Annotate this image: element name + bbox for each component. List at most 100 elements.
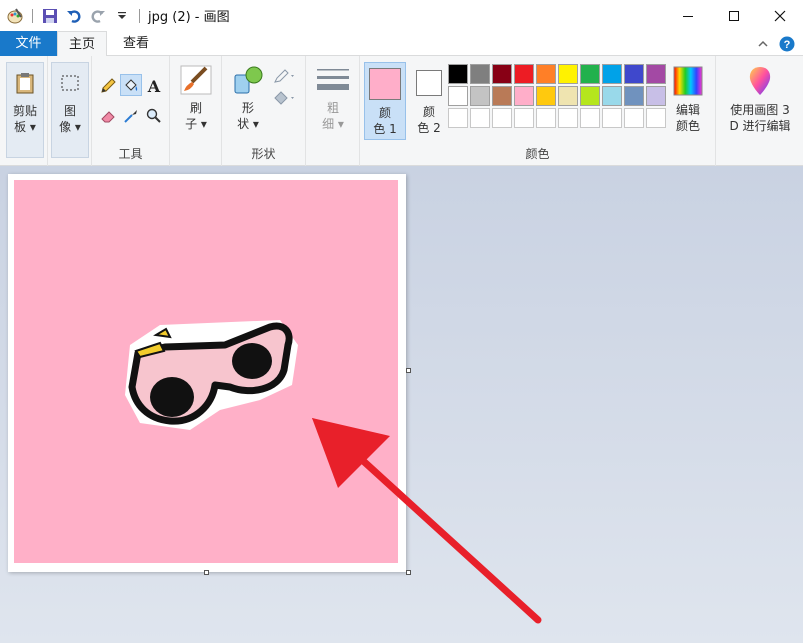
size-label-2: 细 ▾: [322, 117, 344, 131]
window-title: jpg (2) - 画图: [148, 10, 230, 25]
color-swatch[interactable]: [624, 64, 644, 84]
shape-fill-icon[interactable]: [272, 88, 298, 108]
resize-handle-bottom[interactable]: [204, 570, 209, 575]
custom-color-slot[interactable]: [470, 108, 490, 128]
color-swatch[interactable]: [514, 86, 534, 106]
custom-color-slot[interactable]: [448, 108, 468, 128]
color-swatch[interactable]: [646, 64, 666, 84]
color-swatch[interactable]: [536, 64, 556, 84]
shapes-label-2: 状 ▾: [237, 117, 259, 131]
sunglasses-sticker: [125, 320, 298, 430]
color-swatch[interactable]: [536, 86, 556, 106]
tab-view[interactable]: 查看: [110, 31, 162, 56]
fill-icon[interactable]: [120, 74, 142, 96]
color-swatch[interactable]: [448, 86, 468, 106]
line-width-icon: [314, 64, 352, 96]
pencil-icon[interactable]: [98, 76, 118, 96]
edit-colors-label-1: 编辑: [675, 103, 700, 117]
color-swatch[interactable]: [492, 64, 512, 84]
edit-colors-button[interactable]: 编辑 颜色: [666, 64, 710, 134]
clipboard-button[interactable]: 剪贴 板 ▾: [6, 62, 44, 158]
separator: [32, 8, 33, 23]
color-swatch[interactable]: [624, 86, 644, 106]
brushes-group: 刷 子 ▾: [170, 56, 222, 166]
shapes-group-label: 形状: [251, 147, 276, 161]
tools-group-label: 工具: [118, 147, 143, 161]
help-icon[interactable]: ?: [779, 36, 795, 55]
title-bar: jpg (2) - 画图: [0, 0, 803, 31]
annotation-arrow-icon: [312, 418, 542, 624]
clipboard-label-1: 剪贴: [12, 104, 37, 118]
brush-icon: [176, 64, 216, 96]
svg-text:?: ?: [784, 39, 791, 51]
shapes-label-1: 形: [241, 101, 254, 115]
color-swatch[interactable]: [580, 64, 600, 84]
ribbon-controls: ?: [757, 36, 795, 55]
separator: [139, 8, 140, 23]
customize-toolbar-icon[interactable]: [113, 7, 131, 25]
eraser-icon[interactable]: [98, 106, 118, 126]
color-swatch[interactable]: [558, 64, 578, 84]
outline-icon[interactable]: [272, 66, 298, 86]
svg-text:A: A: [147, 78, 161, 94]
clipboard-group: 剪贴 板 ▾: [0, 56, 48, 166]
tab-home[interactable]: 主页: [57, 31, 107, 57]
image-group: 图 像 ▾: [48, 56, 92, 166]
color-swatch[interactable]: [602, 86, 622, 106]
color1-button[interactable]: 颜 色 1: [364, 62, 406, 140]
color2-swatch: [408, 66, 450, 100]
magnifier-icon[interactable]: [144, 106, 164, 126]
color-swatch[interactable]: [558, 86, 578, 106]
edit-with-paint3d-button[interactable]: 使用画图 3 D 进行编辑: [720, 64, 800, 134]
color-swatch[interactable]: [602, 64, 622, 84]
rainbow-icon: [666, 64, 710, 98]
custom-color-slot[interactable]: [602, 108, 622, 128]
custom-color-slot[interactable]: [514, 108, 534, 128]
color-swatch[interactable]: [580, 86, 600, 106]
text-tool-icon[interactable]: A: [144, 76, 164, 96]
image-label-1: 图: [63, 104, 76, 118]
select-icon: [52, 67, 88, 99]
resize-handle-right[interactable]: [406, 368, 411, 373]
custom-color-slot[interactable]: [492, 108, 512, 128]
color-swatch[interactable]: [492, 86, 512, 106]
tab-file[interactable]: 文件: [0, 31, 57, 56]
brushes-button[interactable]: 刷 子 ▾: [176, 64, 216, 132]
shapes-icon: [230, 64, 266, 96]
undo-icon[interactable]: [65, 7, 83, 25]
size-button[interactable]: 粗 细 ▾: [314, 64, 352, 132]
color-swatch[interactable]: [470, 86, 490, 106]
shapes-group: 形 状 ▾ 形状: [222, 56, 306, 166]
brushes-label-1: 刷: [189, 101, 202, 115]
color-swatch[interactable]: [646, 86, 666, 106]
save-icon[interactable]: [41, 7, 59, 25]
custom-color-slot[interactable]: [580, 108, 600, 128]
window-controls: [665, 0, 803, 31]
minimize-button[interactable]: [665, 0, 711, 31]
paint3d-label-2: D 进行编辑: [729, 119, 791, 133]
color-picker-icon[interactable]: [121, 106, 141, 126]
clipboard-label-2: 板 ▾: [14, 120, 36, 134]
ribbon: 剪贴 板 ▾ 图 像 ▾ A 工具 刷 子 ▾ 形 状 ▾ 形状 粗 细 ▾ 颜…: [0, 56, 803, 166]
close-button[interactable]: [757, 0, 803, 31]
ribbon-tabs: 文件 主页 查看 ?: [0, 31, 803, 57]
color1-label-1: 颜: [378, 106, 391, 120]
color2-button[interactable]: 颜 色 2: [408, 62, 450, 140]
custom-color-slot[interactable]: [558, 108, 578, 128]
redo-icon[interactable]: [89, 7, 107, 25]
paint3d-label-1: 使用画图 3: [730, 103, 790, 117]
collapse-ribbon-icon[interactable]: [757, 38, 769, 53]
custom-color-slot[interactable]: [624, 108, 644, 128]
shapes-button[interactable]: 形 状 ▾: [230, 64, 266, 132]
brushes-label-2: 子 ▾: [185, 117, 207, 131]
color-swatch[interactable]: [448, 64, 468, 84]
tools-group: A 工具: [92, 56, 170, 166]
color-swatch[interactable]: [514, 64, 534, 84]
paint-app-icon[interactable]: [6, 7, 24, 25]
custom-color-slot[interactable]: [646, 108, 666, 128]
custom-color-slot[interactable]: [536, 108, 556, 128]
image-button[interactable]: 图 像 ▾: [51, 62, 89, 158]
edit-colors-label-2: 颜色: [675, 119, 700, 133]
maximize-button[interactable]: [711, 0, 757, 31]
color-swatch[interactable]: [470, 64, 490, 84]
